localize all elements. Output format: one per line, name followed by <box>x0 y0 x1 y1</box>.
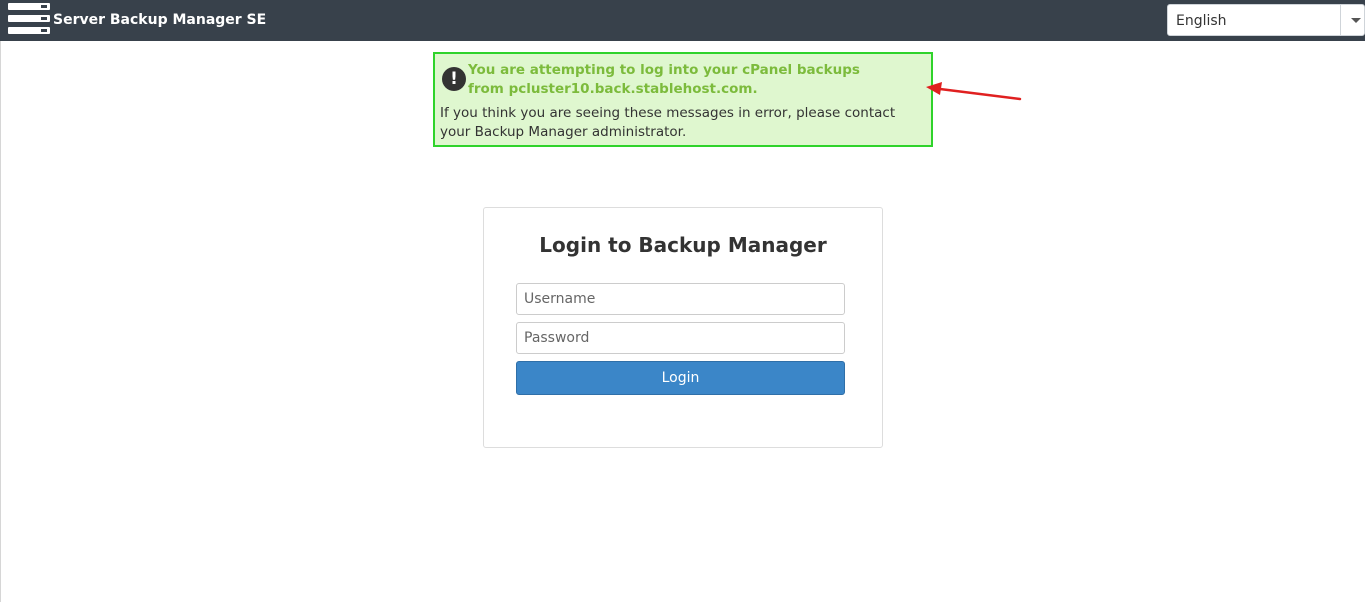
caret-down-icon[interactable] <box>1351 18 1361 23</box>
red-arrow-annotation <box>926 82 1022 101</box>
password-input[interactable] <box>516 322 845 354</box>
login-origin-alert: ! You are attempting to log into your cP… <box>433 52 933 147</box>
username-input[interactable] <box>516 283 845 315</box>
login-panel: Login to Backup Manager Login <box>483 207 883 448</box>
app-title: Server Backup Manager SE <box>53 12 267 28</box>
login-title: Login to Backup Manager <box>539 233 827 257</box>
language-select-divider <box>1340 5 1341 35</box>
alert-title: You are attempting to log into your cPan… <box>468 62 860 97</box>
login-button[interactable]: Login <box>516 361 845 395</box>
alert-message: If you think you are seeing these messag… <box>440 105 896 140</box>
page-left-border <box>0 41 1 602</box>
language-select[interactable]: English <box>1167 4 1365 36</box>
exclamation-circle-icon: ! <box>442 67 466 91</box>
server-rack-icon <box>8 3 50 34</box>
top-navbar: Server Backup Manager SE English <box>0 0 1365 41</box>
language-selected-value: English <box>1176 13 1227 29</box>
